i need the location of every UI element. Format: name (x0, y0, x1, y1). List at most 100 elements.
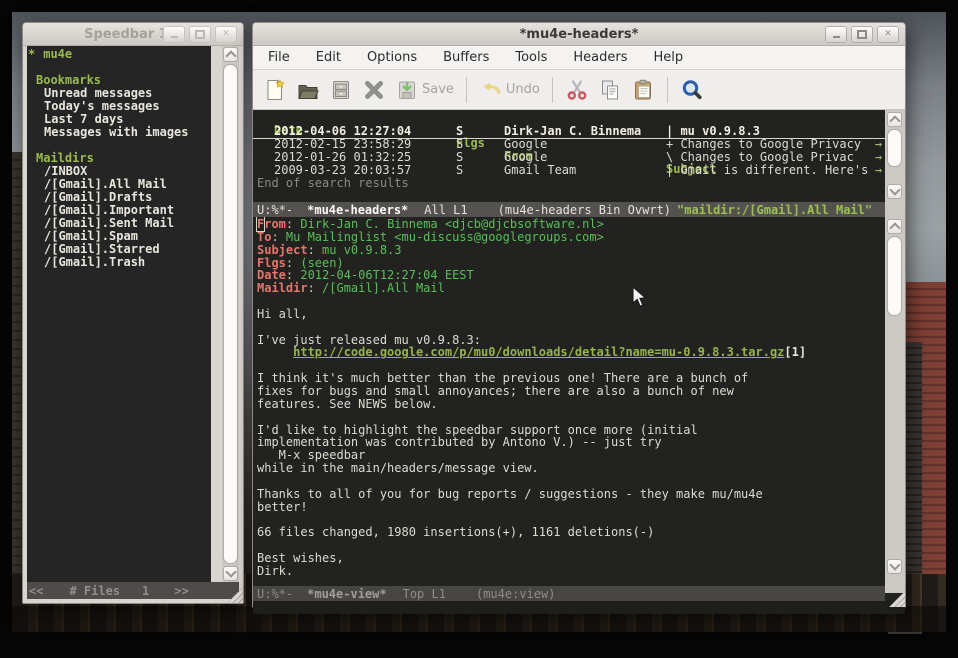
new-file-icon (263, 78, 287, 102)
speedbar-item-gmail-all-mail[interactable]: /[Gmail].All Mail (27, 177, 167, 191)
speedbar-item-gmail-sent-mail[interactable]: /[Gmail].Sent Mail (27, 216, 174, 230)
open-file-icon (296, 78, 320, 102)
scroll-up-button[interactable] (887, 219, 902, 234)
undo-icon (479, 78, 503, 102)
scroll-thumb[interactable] (887, 129, 902, 167)
chevron-up-icon (889, 222, 900, 233)
view-field-maildir: Maildir: /[Gmail].All Mail (257, 282, 885, 295)
toolbar-separator (466, 77, 467, 103)
copy-button[interactable] (598, 78, 622, 102)
maximize-icon (195, 30, 205, 39)
search-button[interactable] (680, 78, 704, 102)
speedbar-item-mu4e[interactable]: mu4e (35, 47, 72, 61)
maximize-button[interactable] (189, 26, 211, 43)
modeline-query: "maildir:/[Gmail].All Mail" (677, 203, 872, 217)
mu4e-headers-pane[interactable]: Date Flgs From Subject 2012-04-06 12:27:… (253, 110, 885, 202)
speedbar-item-inbox[interactable]: /INBOX (27, 164, 87, 178)
view-field-subject: Subject: mu v0.9.8.3 (257, 244, 885, 257)
modeline-buffer-name: *mu4e-headers* (307, 203, 408, 217)
scroll-down-button[interactable] (887, 184, 902, 199)
menu-tools[interactable]: Tools (502, 50, 560, 65)
headers-column-row: Date Flgs From Subject (253, 111, 885, 124)
echo-area[interactable] (253, 601, 905, 614)
menu-file[interactable]: File (255, 50, 303, 65)
close-button[interactable]: ✕ (877, 26, 899, 43)
dired-button[interactable] (329, 78, 353, 102)
scroll-up-button[interactable] (887, 112, 902, 127)
emacs-titlebar[interactable]: *mu4e-headers* ✕ (253, 23, 905, 46)
scroll-down-button[interactable] (887, 559, 902, 574)
new-file-button[interactable] (263, 78, 287, 102)
paste-button[interactable] (631, 78, 655, 102)
speedbar-back-button[interactable]: << (29, 584, 43, 598)
speedbar-item-gmail-starred[interactable]: /[Gmail].Starred (27, 242, 160, 256)
view-modeline: U:%*- *mu4e-view* Top L1 (mu4e:view) (253, 586, 885, 601)
menu-buffers[interactable]: Buffers (430, 50, 502, 65)
cut-button[interactable] (565, 78, 589, 102)
scroll-thumb[interactable] (223, 64, 238, 564)
field-name: Maildir (257, 281, 308, 295)
message-line: better! (257, 501, 885, 514)
chevron-down-icon (889, 559, 900, 570)
close-buffer-button[interactable] (362, 78, 386, 102)
speedbar-scrollbar[interactable] (222, 46, 239, 582)
field-separator: : (308, 281, 322, 295)
chevron-up-icon (225, 50, 236, 61)
minimize-button[interactable] (163, 26, 185, 43)
scroll-thumb[interactable] (887, 236, 902, 316)
menu-headers[interactable]: Headers (560, 50, 640, 65)
menu-bar: FileEditOptionsBuffersToolsHeadersHelp (253, 46, 905, 70)
modeline-major-mode: (mu4e:view) (476, 587, 555, 601)
speedbar-item-gmail-important[interactable]: /[Gmail].Important (27, 203, 174, 217)
toolbar-button-label: Undo (506, 82, 540, 97)
close-button[interactable]: ✕ (215, 26, 237, 43)
modeline-flags: U:%*- (257, 203, 293, 217)
emacs-frame: Date Flgs From Subject 2012-04-06 12:27:… (253, 110, 905, 606)
speedbar-item-unread-messages[interactable]: Unread messages (27, 86, 152, 100)
speedbar-titlebar[interactable]: Speedbar 1.0 ✕ (23, 23, 243, 46)
speedbar-item-gmail-spam[interactable]: /[Gmail].Spam (27, 229, 138, 243)
toolbar-button-label: Save (422, 82, 454, 97)
header-cell-flags: S (456, 164, 463, 177)
menu-edit[interactable]: Edit (303, 50, 354, 65)
expand-icon[interactable]: * (27, 47, 35, 61)
speedbar-heading-bookmarks: Bookmarks (27, 73, 101, 87)
menu-options[interactable]: Options (354, 50, 430, 65)
maximize-button[interactable] (851, 26, 873, 43)
message-line: Hi all, (257, 308, 885, 321)
mu4e-view-pane[interactable]: From: Dirk-Jan C. Binnema <djcb@djcbsoft… (253, 217, 885, 586)
menu-help[interactable]: Help (641, 50, 697, 65)
speedbar-heading-maildirs: Maildirs (27, 151, 94, 165)
emacs-scrollbar-column[interactable] (885, 110, 905, 593)
speedbar-item-last-7-days[interactable]: Last 7 days (27, 112, 123, 126)
header-cell-from: Gmail Team (504, 164, 576, 177)
minimize-icon (833, 36, 840, 38)
message-line: while in the main/headers/message view. (257, 462, 885, 475)
toolbar-separator (667, 77, 668, 103)
chevron-down-icon (889, 184, 900, 195)
message-line (257, 295, 885, 308)
message-line: Dirk. (257, 565, 885, 578)
speedbar-item-gmail-trash[interactable]: /[Gmail].Trash (27, 255, 145, 269)
message-line: Best wishes, (257, 552, 885, 565)
speedbar-files-label[interactable]: # Files (69, 584, 120, 598)
message-link[interactable]: http://code.google.com/p/mu0/downloads/d… (293, 345, 784, 359)
save-icon (395, 78, 419, 102)
message-line (257, 411, 885, 424)
speedbar-item-messages-with-images[interactable]: Messages with images (27, 125, 189, 139)
open-file-button[interactable] (296, 78, 320, 102)
speedbar-item-today-s-messages[interactable]: Today's messages (27, 99, 160, 113)
speedbar-forward-button[interactable]: >> (174, 584, 188, 598)
cut-icon (565, 78, 589, 102)
dired-icon (329, 78, 353, 102)
modeline-major-mode: (mu4e-headers Bin Ovwrt) (498, 203, 671, 217)
scroll-up-button[interactable] (223, 47, 238, 62)
truncation-arrow-icon: → (875, 164, 882, 177)
speedbar-list: *mu4e BookmarksUnread messagesToday's mes… (27, 46, 211, 582)
speedbar-statusbar: << # Files 1 >> (27, 582, 239, 599)
speedbar-item-gmail-drafts[interactable]: /[Gmail].Drafts (27, 190, 152, 204)
scroll-down-button[interactable] (223, 566, 238, 581)
end-of-results-text: End of search results (257, 177, 409, 190)
emacs-window: *mu4e-headers* ✕ FileEditOptionsBuffersT… (252, 22, 906, 608)
minimize-button[interactable] (825, 26, 847, 43)
